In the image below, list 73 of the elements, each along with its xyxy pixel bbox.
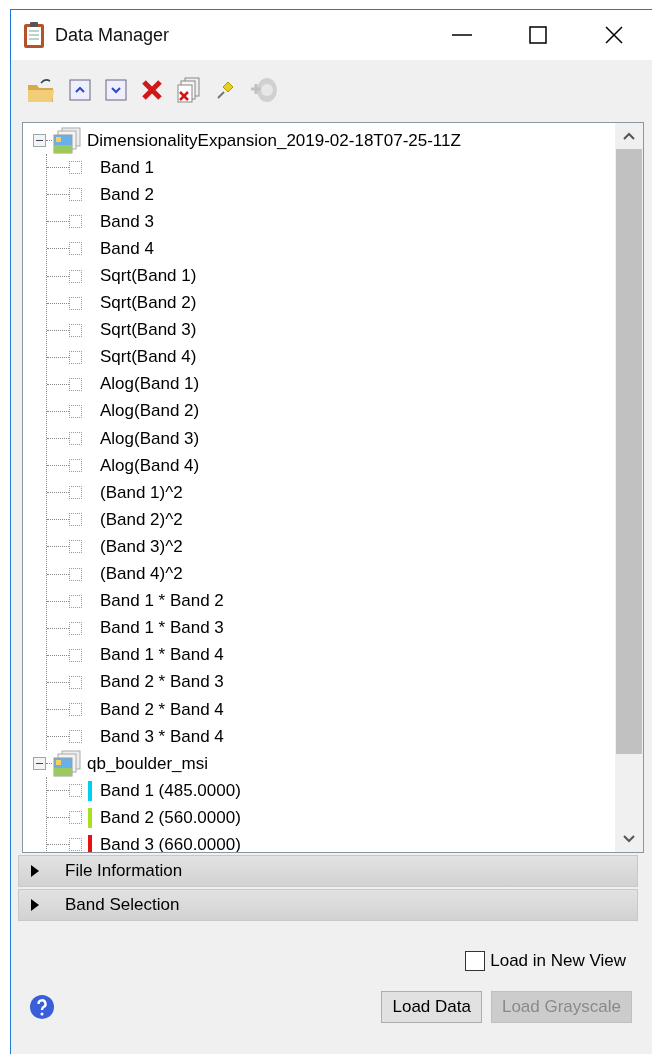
checkbox[interactable] (69, 350, 82, 364)
tree-item-label[interactable]: Band 1 * Band 4 (100, 645, 224, 666)
checkbox[interactable] (69, 730, 82, 744)
checkbox[interactable] (69, 811, 82, 825)
checkbox[interactable] (69, 784, 82, 798)
checkbox[interactable] (69, 594, 82, 608)
minimize-icon (452, 34, 472, 36)
checkbox[interactable] (69, 540, 82, 554)
tree-item-label[interactable]: Alog(Band 3) (100, 428, 200, 449)
tree-item-label[interactable]: (Band 1)^2 (100, 482, 183, 503)
tree-item-label[interactable]: Sqrt(Band 3) (100, 320, 197, 341)
checkbox[interactable] (69, 405, 82, 418)
tree-item-label[interactable]: DimensionalityExpansion_2019-02-18T07-25-11Z (82, 130, 461, 151)
checkbox[interactable] (69, 161, 82, 175)
clipboard-icon (23, 21, 45, 49)
tree-item-label[interactable]: (Band 3)^2 (100, 536, 183, 557)
tree-item-label[interactable]: Band 2 (100, 184, 154, 205)
tree-item-label[interactable]: Band 1 (485.0000) (100, 780, 241, 801)
checkbox[interactable] (69, 296, 82, 310)
collapse-icon[interactable] (33, 757, 46, 771)
tree-item-label[interactable]: (Band 4)^2 (100, 564, 183, 585)
move-down-icon[interactable] (105, 79, 127, 101)
tree-item-label[interactable]: Band 3 (100, 211, 154, 232)
checkbox[interactable] (69, 269, 82, 283)
tree-item-label[interactable]: Band 3 * Band 4 (100, 726, 224, 747)
tree-item-label[interactable]: Band 4 (100, 238, 154, 259)
scrollbar[interactable] (615, 123, 643, 852)
checkbox[interactable] (69, 567, 82, 581)
add-layer-icon (249, 76, 279, 104)
folder-icon[interactable] (27, 77, 55, 103)
image-stack-icon (52, 749, 82, 778)
window-title: Data Manager (55, 24, 171, 46)
load-button[interactable]: Load Data (381, 991, 482, 1023)
pin-icon[interactable] (215, 80, 235, 100)
load-in-new-view-checkbox[interactable]: Load in New View (465, 951, 626, 971)
checkbox[interactable] (69, 242, 82, 256)
tree-item-label[interactable]: Band 1 * Band 2 (100, 591, 224, 612)
checkbox[interactable] (69, 432, 82, 446)
checkbox[interactable] (69, 513, 82, 527)
collapse-icon[interactable] (33, 134, 46, 148)
move-up-icon[interactable] (69, 79, 91, 101)
close-icon (605, 26, 623, 44)
checkbox[interactable] (69, 675, 82, 689)
image-stack-icon (52, 126, 82, 155)
tree-item-label[interactable]: Sqrt(Band 2) (100, 293, 197, 314)
tree-item-label[interactable]: Alog(Band 4) (100, 455, 200, 476)
section-header[interactable]: File Information (18, 855, 638, 887)
checkbox[interactable] (69, 459, 82, 473)
tree-item-label[interactable]: Alog(Band 2) (100, 401, 200, 422)
checkbox[interactable] (69, 377, 82, 391)
tree-item-label[interactable]: Band 2 * Band 4 (100, 699, 224, 720)
checkbox[interactable] (69, 838, 82, 852)
checkbox[interactable] (69, 215, 82, 229)
checkbox[interactable] (69, 621, 82, 635)
tree-item-label[interactable]: Band 1 (100, 157, 154, 178)
tree-item-label[interactable]: Alog(Band 1) (100, 374, 200, 395)
help-icon[interactable] (29, 994, 55, 1020)
checkbox[interactable] (69, 188, 82, 202)
tree-item-label[interactable]: Band 1 * Band 3 (100, 618, 224, 639)
tree-item-label[interactable]: (Band 2)^2 (100, 509, 183, 530)
checkbox[interactable] (69, 648, 82, 662)
close-all-icon[interactable] (177, 77, 201, 103)
tree-item-label[interactable]: Band 2 * Band 3 (100, 672, 224, 693)
tree-item-label[interactable]: qb_boulder_msi (82, 753, 208, 774)
section-header[interactable]: Band Selection (18, 889, 638, 921)
checkbox[interactable] (69, 486, 82, 500)
checkbox[interactable] (69, 703, 82, 716)
tree-item-label[interactable]: Band 2 (560.0000) (100, 807, 241, 828)
tree-item-label[interactable]: Sqrt(Band 4) (100, 347, 197, 368)
tree-item-label[interactable]: Sqrt(Band 1) (100, 266, 197, 286)
delete-icon[interactable] (141, 79, 163, 101)
maximize-icon (529, 26, 547, 44)
checkbox[interactable] (69, 323, 82, 337)
